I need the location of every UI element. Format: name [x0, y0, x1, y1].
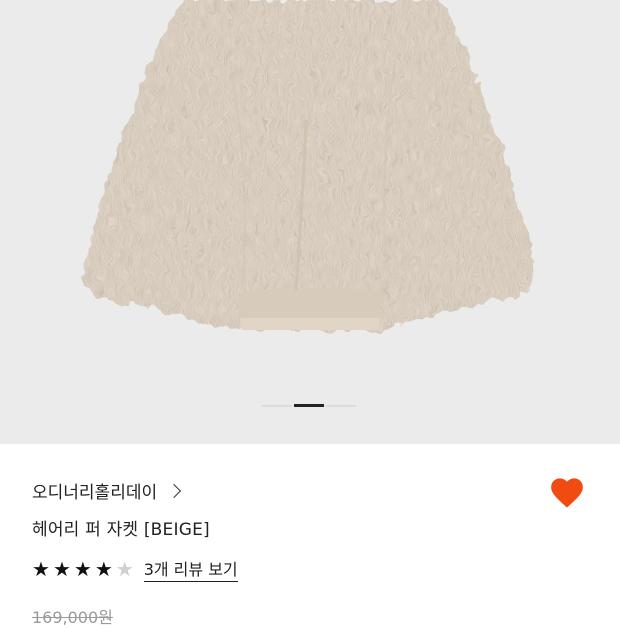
star-rating: ★ ★ ★ ★ ★	[32, 559, 134, 579]
product-image-gallery[interactable]	[0, 0, 620, 444]
pager-dot[interactable]	[262, 404, 292, 407]
star-icon: ★	[32, 557, 50, 581]
pager-dot[interactable]	[326, 404, 356, 407]
brand-name: 오디너리홀리데이	[32, 483, 158, 503]
star-icon: ★	[52, 557, 71, 581]
product-info: 오디너리홀리데이 헤어리 퍼 자켓 [BEIGE] ★ ★ ★ ★ ★ 3개 리…	[0, 444, 620, 627]
star-icon-empty: ★	[115, 557, 134, 581]
review-link[interactable]: 3개 리뷰 보기	[143, 556, 238, 582]
brand-link[interactable]: 오디너리홀리데이	[32, 478, 182, 503]
heart-icon[interactable]	[548, 474, 586, 512]
gallery-pager[interactable]	[262, 404, 356, 407]
pager-dot-active[interactable]	[294, 404, 324, 407]
chevron-right-icon	[167, 483, 182, 499]
product-title: 헤어리 퍼 자켓 [BEIGE]	[32, 520, 210, 540]
product-image	[83, 0, 536, 330]
star-icon: ★	[73, 557, 92, 581]
star-icon: ★	[94, 557, 113, 581]
original-price: 169,000원	[32, 608, 113, 627]
rating-row: ★ ★ ★ ★ ★ 3개 리뷰 보기	[32, 556, 238, 582]
